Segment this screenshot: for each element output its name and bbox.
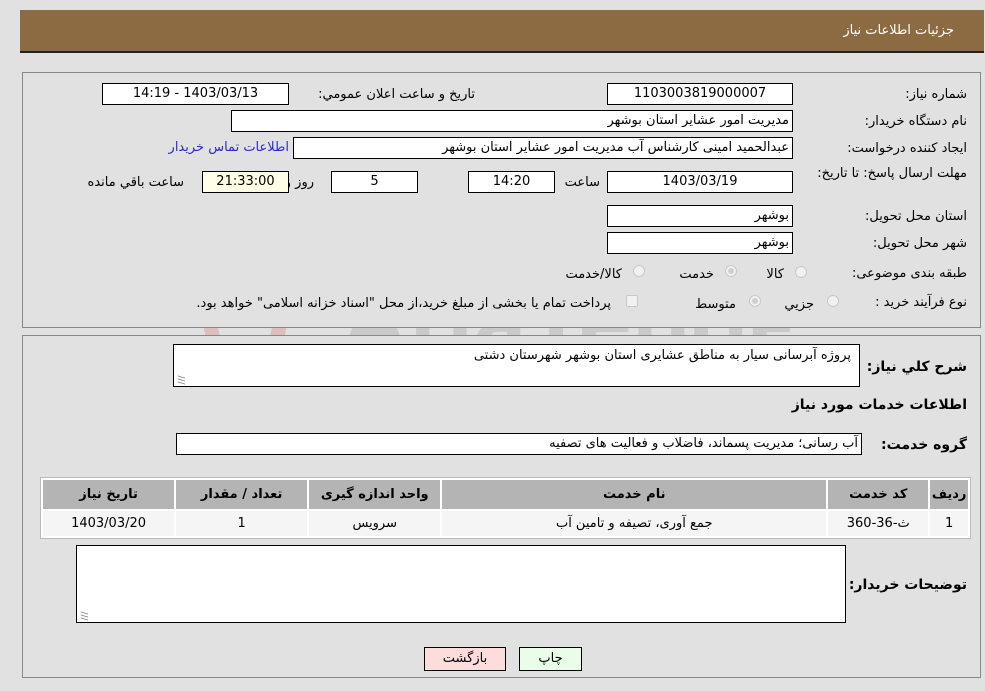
treasury-checkbox[interactable]: [626, 295, 638, 307]
process-radio-minor[interactable]: [827, 295, 839, 307]
service-group-label: گروه خدمت:: [881, 437, 967, 453]
deadline-time-label: ساعت: [564, 175, 600, 190]
buyer-notes-textarea[interactable]: ///: [76, 545, 846, 623]
category-option-service: خدمت: [679, 267, 714, 282]
cell-service-code: ث-36-360: [828, 511, 929, 536]
need-number-label: شماره نیاز:: [905, 87, 967, 102]
province-field[interactable]: بوشهر: [607, 205, 793, 227]
category-label: طبقه بندی موضوعی:: [851, 266, 967, 281]
need-number-field[interactable]: 1103003819000007: [607, 83, 793, 105]
process-radio-medium[interactable]: [749, 295, 761, 307]
category-option-goods: کالا: [766, 267, 784, 282]
announce-date-label: تاریخ و ساعت اعلان عمومي:: [318, 87, 475, 102]
requester-field[interactable]: عبدالحمید امینی کارشناس آب مدیریت امور ع…: [293, 137, 793, 159]
col-header-need-date: تاریخ نیاز: [43, 480, 175, 509]
announce-date-field[interactable]: 1403/03/13 - 14:19: [102, 83, 289, 105]
days-label: روز و: [284, 175, 314, 190]
col-header-service-name: نام خدمت: [442, 480, 827, 509]
category-radio-service[interactable]: [725, 265, 737, 277]
deadline-time-field[interactable]: 14:20: [468, 171, 555, 193]
province-label: استان محل تحویل:: [865, 209, 967, 224]
city-field[interactable]: بوشهر: [607, 232, 793, 254]
cell-unit: سرویس: [309, 511, 441, 536]
deadline-label: مهلت ارسال پاسخ: تا تاریخ:: [817, 166, 967, 181]
category-radio-goods[interactable]: [795, 266, 807, 278]
process-option-medium: متوسط: [695, 297, 736, 312]
remaining-days-field[interactable]: 5: [331, 171, 418, 193]
process-option-minor: جزيي: [784, 297, 814, 312]
cell-need-date: 1403/03/20: [43, 511, 175, 536]
buyer-org-field[interactable]: مدیریت امور عشایر استان بوشهر: [231, 110, 793, 132]
table-header-row: ردیف کد خدمت نام خدمت واحد اندازه گیری ت…: [43, 480, 968, 509]
col-header-row-number: ردیف: [930, 480, 968, 509]
page-title: جزئیات اطلاعات نیاز: [843, 23, 954, 38]
category-radio-goods-service[interactable]: [633, 265, 645, 277]
cell-service-name: جمع آوری، تصیفه و تامین آب: [442, 511, 827, 536]
buyer-org-label: نام دستگاه خریدار:: [864, 114, 967, 129]
service-group-field[interactable]: آب رسانی؛ مدیریت پسماند، فاضلاب و فعالیت…: [176, 433, 862, 455]
resize-grip-icon[interactable]: ///: [176, 375, 186, 384]
cell-row-number: 1: [930, 511, 968, 536]
col-header-service-code: کد خدمت: [828, 480, 929, 509]
process-type-label: نوع فرآیند خرید :: [875, 295, 967, 310]
back-button[interactable]: بازگشت: [424, 647, 506, 671]
buyer-contact-link[interactable]: اطلاعات تماس خریدار: [169, 140, 289, 155]
table-row: 1 ث-36-360 جمع آوری، تصیفه و تامین آب سر…: [43, 511, 968, 536]
cell-quantity: 1: [176, 511, 308, 536]
remaining-time-field[interactable]: 21:33:00: [202, 171, 289, 193]
resize-grip-icon[interactable]: ///: [79, 611, 89, 620]
services-table: ردیف کد خدمت نام خدمت واحد اندازه گیری ت…: [40, 477, 971, 539]
description-label: شرح کلي نیاز:: [866, 359, 967, 375]
requester-label: ایجاد کننده درخواست:: [847, 141, 967, 156]
col-header-unit: واحد اندازه گیری: [309, 480, 441, 509]
remaining-time-label: ساعت باقي مانده: [87, 175, 184, 190]
category-option-goods-service: کالا/خدمت: [565, 267, 622, 282]
buyer-notes-label: توضیحات خریدار:: [848, 577, 967, 593]
services-section-title: اطلاعات خدمات مورد نیاز: [791, 397, 967, 413]
print-button[interactable]: چاپ: [519, 647, 582, 671]
deadline-date-field[interactable]: 1403/03/19: [607, 171, 793, 193]
page-header: جزئیات اطلاعات نیاز: [20, 10, 984, 53]
description-textarea[interactable]: پروژه آبرسانی سیار به مناطق عشایری استان…: [173, 344, 860, 387]
description-text: پروژه آبرسانی سیار به مناطق عشایری استان…: [473, 348, 851, 363]
col-header-quantity: تعداد / مقدار: [176, 480, 308, 509]
city-label: شهر محل تحویل:: [872, 236, 967, 251]
treasury-note: پرداخت تمام یا بخشی از مبلغ خرید،از محل …: [196, 296, 611, 311]
